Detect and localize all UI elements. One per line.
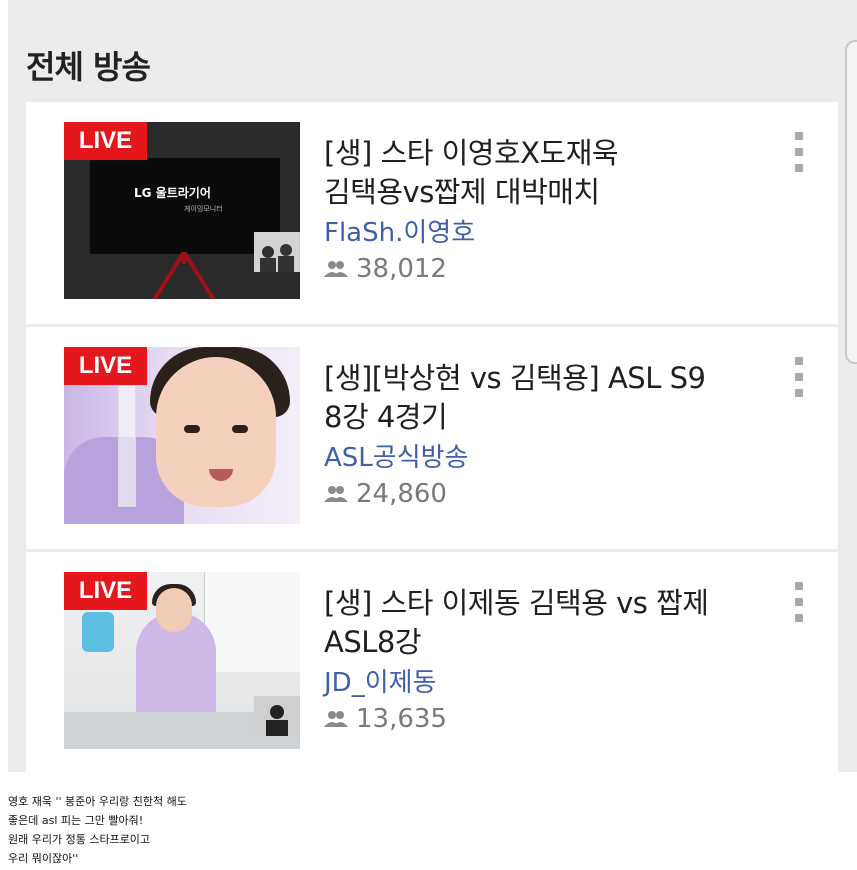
broadcast-title[interactable]: [생] 스타 이영호X도재욱 김택용vs짭제 대박매치 [324, 134, 744, 212]
caption-line: 우리 뭐이잖아'' [8, 852, 79, 865]
people-icon [324, 486, 348, 502]
webcam-overlay [254, 696, 300, 736]
thumbnail-sub-text: 게이밍모니터 [184, 205, 223, 213]
caption-line: 좋은데 asl 피는 그만 빨아줘! [8, 814, 144, 827]
webcam-overlay [254, 232, 300, 272]
live-badge: LIVE [64, 347, 147, 385]
title-line: [생] 스타 이영호X도재욱 [324, 136, 619, 170]
title-line: [생][박상현 vs 김택용] ASL S9 [324, 361, 706, 395]
people-icon [324, 261, 348, 277]
viewer-count: 38,012 [324, 254, 447, 284]
scroll-handle[interactable] [845, 40, 857, 364]
broadcast-thumbnail[interactable]: LIVE LG 울트라기어 게이밍모니터 [64, 122, 300, 299]
title-line: 김택용vs짭제 대박매치 [324, 175, 600, 209]
more-vertical-icon[interactable] [795, 357, 803, 397]
broadcast-title[interactable]: [생][박상현 vs 김택용] ASL S9 8강 4경기 [324, 359, 744, 437]
caption-line: 원래 우리가 정통 스타프로이고 [8, 833, 151, 846]
channel-name[interactable]: FlaSh.이영호 [324, 212, 475, 249]
viewer-count-value: 38,012 [356, 254, 447, 284]
more-vertical-icon[interactable] [795, 132, 803, 172]
live-badge: LIVE [64, 572, 147, 610]
broadcast-thumbnail[interactable]: LIVE [64, 572, 300, 749]
caption-text: 영호 재욱 '' 봉준아 우리랑 친한척 해도 좋은데 asl 피는 그만 빨아… [8, 792, 408, 868]
viewer-count: 13,635 [324, 704, 447, 734]
title-line: ASL8강 [324, 625, 422, 659]
viewer-count: 24,860 [324, 479, 447, 509]
live-badge: LIVE [64, 122, 147, 160]
more-vertical-icon[interactable] [795, 582, 803, 622]
app-screen: 전체 방송 LIVE LG 울트라기어 게이밍모니터 [생] 스타 이영호X도재… [8, 0, 857, 772]
broadcast-card[interactable]: LIVE [생] 스타 이제동 김택용 vs 짭제 ASL8강 JD_이제동 1… [26, 552, 838, 772]
section-title: 전체 방송 [26, 48, 151, 86]
monitor-stand [152, 252, 216, 299]
title-line: [생] 스타 이제동 김택용 vs 짭제 [324, 586, 709, 620]
channel-name[interactable]: JD_이제동 [324, 662, 436, 699]
channel-name[interactable]: ASL공식방송 [324, 437, 468, 474]
title-line: 8강 4경기 [324, 400, 448, 434]
broadcast-card[interactable]: LIVE [생][박상현 vs 김택용] ASL S9 8강 4경기 ASL공식… [26, 327, 838, 549]
broadcast-title[interactable]: [생] 스타 이제동 김택용 vs 짭제 ASL8강 [324, 584, 744, 662]
broadcast-card[interactable]: LIVE LG 울트라기어 게이밍모니터 [생] 스타 이영호X도재욱 김택용v… [26, 102, 838, 324]
thumbnail-logo-text: LG 울트라기어 [134, 186, 211, 200]
viewer-count-value: 24,860 [356, 479, 447, 509]
people-icon [324, 711, 348, 727]
caption-line: 영호 재욱 '' 봉준아 우리랑 친한척 해도 [8, 795, 187, 808]
broadcast-thumbnail[interactable]: LIVE [64, 347, 300, 524]
viewer-count-value: 13,635 [356, 704, 447, 734]
